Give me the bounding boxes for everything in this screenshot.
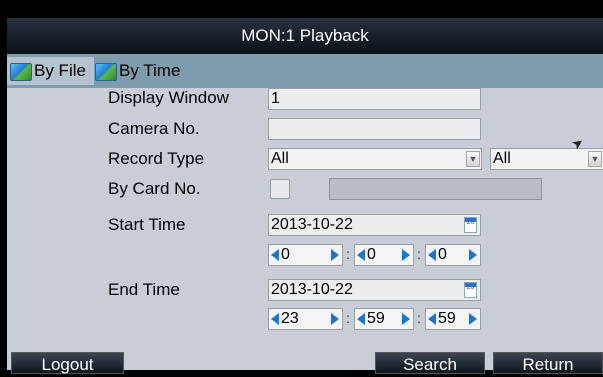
arrow-right-icon[interactable] bbox=[469, 313, 477, 325]
chevron-down-icon[interactable]: ▼ bbox=[466, 151, 480, 167]
return-button[interactable]: Return bbox=[493, 352, 603, 374]
time-separator: : bbox=[346, 246, 350, 262]
arrow-right-icon[interactable] bbox=[402, 313, 410, 325]
calendar-icon[interactable]: 26 bbox=[464, 217, 477, 233]
arrow-left-icon[interactable] bbox=[428, 313, 436, 325]
arrow-right-icon[interactable] bbox=[331, 313, 339, 325]
display-window-label: Display Window bbox=[108, 88, 229, 107]
tab-by-file[interactable]: By File bbox=[7, 57, 94, 85]
arrow-right-icon[interactable] bbox=[469, 249, 477, 261]
image-icon bbox=[95, 63, 117, 81]
start-date-input[interactable]: 2013-10-22 26 bbox=[268, 214, 481, 236]
camera-no-input[interactable] bbox=[268, 118, 481, 140]
arrow-left-icon[interactable] bbox=[271, 249, 279, 261]
time-separator: : bbox=[417, 310, 421, 326]
end-date-input[interactable]: 2013-10-22 26 bbox=[268, 279, 481, 301]
start-hour-value: 0 bbox=[281, 246, 290, 263]
arrow-right-icon[interactable] bbox=[331, 249, 339, 261]
record-type-value: All bbox=[271, 150, 289, 167]
arrow-right-icon[interactable] bbox=[402, 249, 410, 261]
end-second-spinner[interactable]: 59 bbox=[425, 308, 481, 330]
card-no-input bbox=[329, 178, 542, 200]
calendar-icon[interactable]: 26 bbox=[464, 282, 477, 298]
logout-button[interactable]: Logout bbox=[11, 352, 124, 374]
by-card-no-checkbox[interactable] bbox=[270, 179, 290, 199]
start-date-value: 2013-10-22 bbox=[271, 216, 353, 233]
tab-bar: By File By Time bbox=[7, 54, 603, 88]
display-window-input[interactable]: 1 bbox=[268, 88, 481, 110]
end-hour-value: 23 bbox=[281, 310, 299, 327]
tab-by-file-label: By File bbox=[34, 61, 86, 80]
start-second-spinner[interactable]: 0 bbox=[425, 244, 481, 266]
arrow-left-icon[interactable] bbox=[271, 313, 279, 325]
end-time-label: End Time bbox=[108, 280, 180, 299]
record-type-select[interactable]: All ▼ bbox=[268, 148, 482, 170]
record-type-secondary-select[interactable]: All ▼ bbox=[490, 148, 603, 170]
end-minute-value: 59 bbox=[367, 310, 385, 327]
by-card-no-label: By Card No. bbox=[108, 179, 201, 198]
search-button[interactable]: Search bbox=[375, 352, 485, 374]
chevron-down-icon[interactable]: ▼ bbox=[588, 151, 602, 167]
image-icon bbox=[10, 63, 32, 81]
end-minute-spinner[interactable]: 59 bbox=[354, 308, 414, 330]
end-date-value: 2013-10-22 bbox=[271, 281, 353, 298]
start-minute-value: 0 bbox=[367, 246, 376, 263]
tab-by-time-label: By Time bbox=[119, 61, 181, 80]
start-hour-spinner[interactable]: 0 bbox=[268, 244, 343, 266]
end-second-value: 59 bbox=[438, 310, 456, 327]
start-time-label: Start Time bbox=[108, 215, 186, 234]
arrow-left-icon[interactable] bbox=[357, 249, 365, 261]
record-type-secondary-value: All bbox=[493, 150, 511, 167]
window-title: MON:1 Playback bbox=[7, 18, 603, 54]
end-hour-spinner[interactable]: 23 bbox=[268, 308, 343, 330]
start-second-value: 0 bbox=[438, 246, 447, 263]
start-minute-spinner[interactable]: 0 bbox=[354, 244, 414, 266]
time-separator: : bbox=[346, 310, 350, 326]
arrow-left-icon[interactable] bbox=[428, 249, 436, 261]
playback-window: MON:1 Playback By File By Time Display W… bbox=[7, 18, 603, 374]
arrow-left-icon[interactable] bbox=[357, 313, 365, 325]
camera-no-label: Camera No. bbox=[108, 119, 200, 138]
tab-by-time[interactable]: By Time bbox=[92, 57, 189, 85]
time-separator: : bbox=[417, 246, 421, 262]
record-type-label: Record Type bbox=[108, 149, 205, 168]
